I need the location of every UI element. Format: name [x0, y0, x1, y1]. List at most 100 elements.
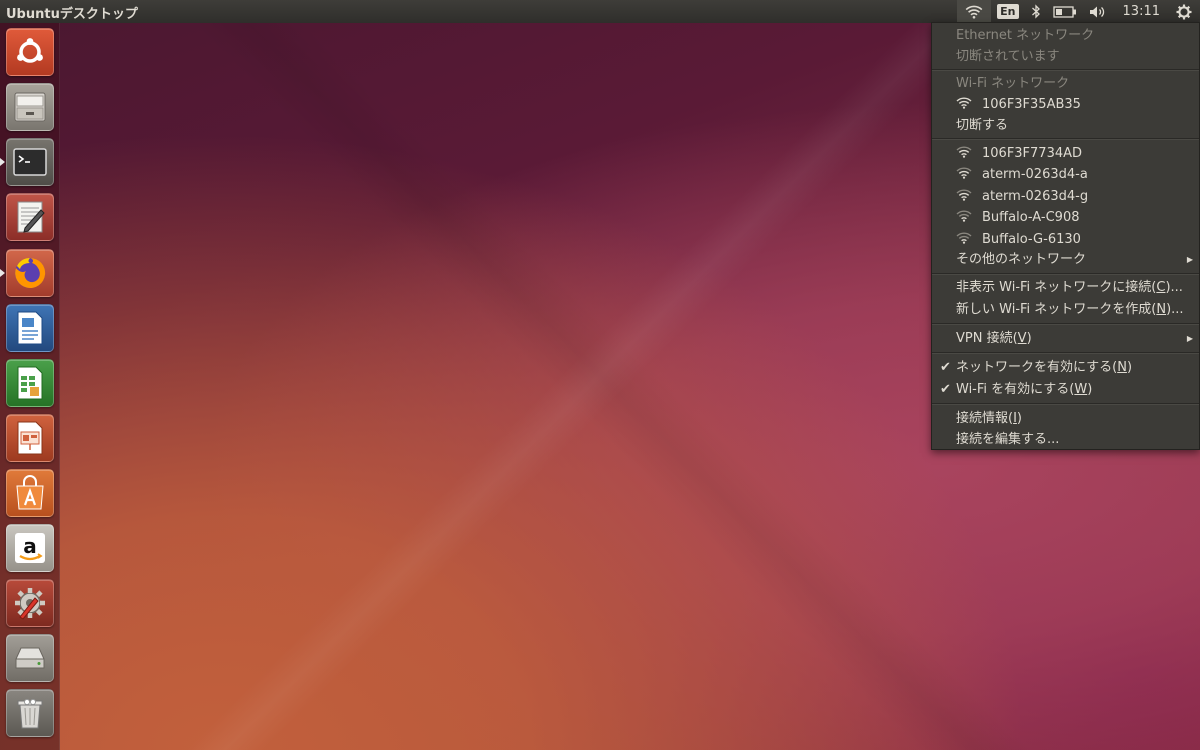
wifi-network-item[interactable]: aterm-0263d4-a: [932, 164, 1199, 185]
battery-indicator[interactable]: [1047, 0, 1083, 23]
ubuntu-logo-icon: [17, 38, 43, 63]
launcher-item-software[interactable]: [6, 469, 54, 517]
libreoffice-impress-icon: [17, 421, 43, 455]
menu-label: 接続情報(: [956, 411, 1014, 426]
menu-separator: [932, 403, 1199, 405]
terminal-running-indicator: [0, 158, 5, 166]
mnemonic: N: [1117, 360, 1127, 375]
keyboard-layout-indicator[interactable]: En: [991, 0, 1024, 23]
bluetooth-indicator[interactable]: [1025, 0, 1047, 23]
volume-icon: [1089, 6, 1104, 17]
enable-networking-toggle[interactable]: ✔ ネットワークを有効にする(N): [932, 357, 1199, 378]
menu-label: VPN 接続(: [956, 331, 1018, 346]
wifi-header: Wi-Fi ネットワーク: [956, 76, 1070, 91]
menu-label: ): [1016, 411, 1022, 426]
gear-icon: [1176, 4, 1192, 19]
menu-separator: [932, 352, 1199, 354]
edit-connections-item[interactable]: 接続を編集する...: [932, 429, 1199, 450]
submenu-arrow-icon: ▶: [1186, 255, 1193, 264]
network-name: 106F3F7734AD: [982, 146, 1083, 161]
terminal-icon: [13, 148, 47, 176]
clock-indicator[interactable]: 13:11: [1113, 0, 1170, 23]
menu-label: ): [1026, 331, 1032, 346]
firefox-icon: [15, 257, 46, 288]
launcher-item-amazon[interactable]: a: [6, 524, 54, 572]
mnemonic: V: [1017, 331, 1027, 346]
other-networks-item[interactable]: その他のネットワーク ▶: [932, 249, 1199, 270]
launcher-item-text-editor[interactable]: [6, 193, 54, 241]
menu-separator: [932, 323, 1199, 325]
launcher: a: [0, 23, 60, 750]
svg-text:a: a: [23, 534, 37, 558]
wifi-icon: [965, 5, 983, 19]
network-name: aterm-0263d4-g: [982, 189, 1089, 204]
menu-label: 新しい Wi-Fi ネットワークを作成(: [956, 302, 1157, 317]
menu-separator: [932, 138, 1199, 140]
network-name: Buffalo-A-C908: [982, 210, 1080, 225]
system-settings-icon: [15, 588, 45, 620]
launcher-item-calc[interactable]: [6, 359, 54, 407]
shopping-bag-icon: [16, 475, 44, 510]
connection-info-item[interactable]: 接続情報(I): [932, 408, 1199, 429]
amazon-icon: a: [15, 533, 45, 563]
menu-label: ): [1087, 382, 1093, 397]
checkmark-icon: ✔: [940, 360, 951, 375]
battery-icon: [1052, 5, 1076, 18]
wifi-signal-icon: [956, 146, 972, 158]
other-networks-label: その他のネットワーク: [956, 252, 1087, 267]
top-panel: Ubuntuデスクトップ En 13:11: [0, 0, 1200, 23]
lang-label: En: [997, 4, 1019, 19]
trash-icon: [17, 699, 43, 729]
wifi-network-item[interactable]: Buffalo-A-C908: [932, 207, 1199, 228]
connect-hidden-wifi-item[interactable]: 非表示 Wi-Fi ネットワークに接続(C)...: [932, 277, 1199, 298]
launcher-item-firefox[interactable]: [6, 249, 54, 297]
network-name: 106F3F35AB35: [982, 97, 1081, 112]
launcher-item-impress[interactable]: [6, 414, 54, 462]
wifi-signal-icon: [956, 97, 972, 109]
launcher-item-dash[interactable]: [6, 28, 54, 76]
app-title: Ubuntuデスクトップ: [6, 7, 138, 22]
ethernet-header: Ethernet ネットワーク: [956, 28, 1095, 43]
wifi-network-connected[interactable]: 106F3F35AB35: [932, 94, 1199, 115]
menu-label: 非表示 Wi-Fi ネットワークに接続(: [956, 280, 1157, 295]
checkmark-icon: ✔: [940, 382, 951, 397]
wifi-signal-icon: [956, 210, 972, 222]
launcher-item-writer[interactable]: [6, 304, 54, 352]
libreoffice-calc-icon: [17, 366, 43, 400]
menu-separator: [932, 69, 1199, 71]
network-name: Buffalo-G-6130: [982, 232, 1081, 247]
create-wifi-network-item[interactable]: 新しい Wi-Fi ネットワークを作成(N)...: [932, 299, 1199, 320]
launcher-item-trash[interactable]: [6, 689, 54, 737]
text-editor-icon: [17, 201, 45, 233]
ethernet-status: 切断されています: [956, 49, 1060, 64]
menu-label: ): [1126, 360, 1133, 375]
sound-indicator[interactable]: [1083, 0, 1113, 23]
network-indicator[interactable]: [957, 0, 992, 23]
submenu-arrow-icon: ▶: [1186, 334, 1193, 343]
disconnect-item[interactable]: 切断する: [932, 115, 1199, 136]
wifi-signal-icon: [956, 167, 972, 179]
network-name: aterm-0263d4-a: [982, 167, 1088, 182]
launcher-item-terminal[interactable]: [6, 138, 54, 186]
wifi-network-item[interactable]: 106F3F7734AD: [932, 143, 1199, 164]
vpn-connections-item[interactable]: VPN 接続(V) ▶: [932, 328, 1199, 349]
launcher-item-settings[interactable]: [6, 579, 54, 627]
indicator-area: En 13:11: [957, 0, 1200, 23]
launcher-item-disk[interactable]: [6, 634, 54, 682]
menu-label: ネットワークを有効にする(: [956, 360, 1118, 375]
wifi-network-item[interactable]: Buffalo-G-6130: [932, 229, 1199, 250]
launcher-item-files[interactable]: [6, 83, 54, 131]
file-cabinet-icon: [14, 92, 46, 122]
bluetooth-icon: [1031, 4, 1040, 19]
mnemonic: W: [1074, 382, 1088, 397]
enable-wifi-toggle[interactable]: ✔ Wi-Fi を有効にする(W): [932, 379, 1199, 400]
network-menu: Ethernet ネットワーク 切断されています Wi-Fi ネットワーク 10…: [931, 22, 1200, 450]
clock-label: 13:11: [1122, 4, 1160, 19]
session-indicator[interactable]: [1170, 0, 1200, 23]
menu-separator: [932, 273, 1199, 275]
hard-drive-icon: [15, 647, 45, 669]
mnemonic: N: [1156, 302, 1167, 317]
menu-label: )...: [1166, 302, 1184, 317]
wifi-network-item[interactable]: aterm-0263d4-g: [932, 186, 1199, 207]
menu-label: )...: [1165, 280, 1183, 295]
